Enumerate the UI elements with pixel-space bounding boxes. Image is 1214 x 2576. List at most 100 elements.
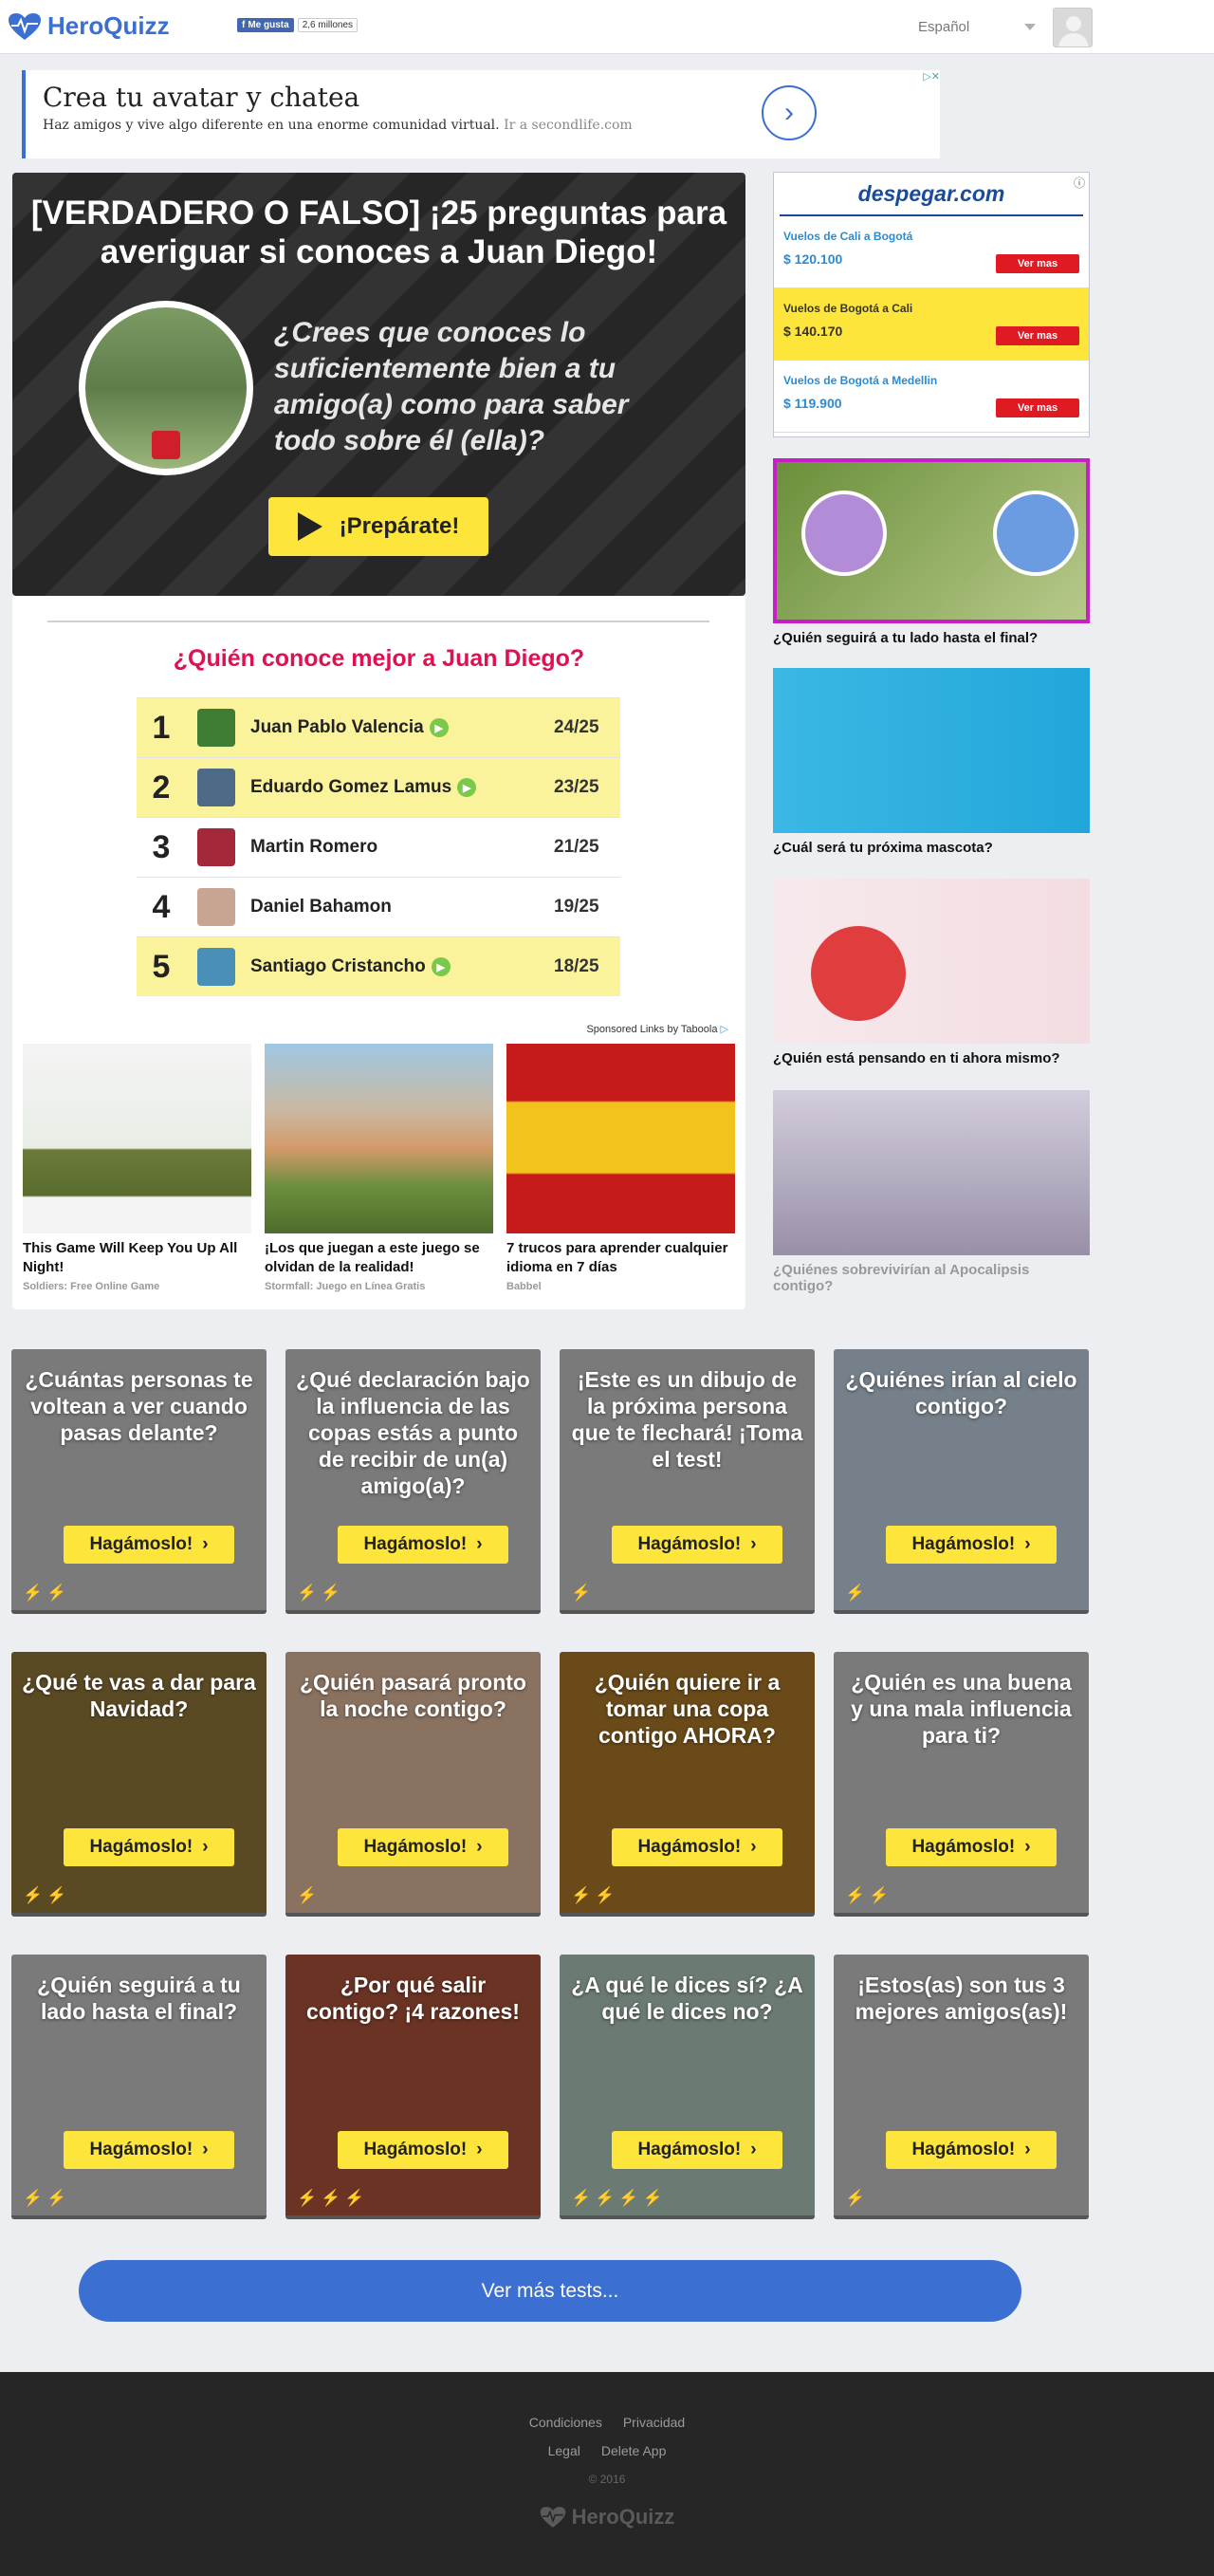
quiz-card-button-label: Hagámoslo!: [637, 1534, 742, 1554]
quiz-card[interactable]: ¿Cuántas personas te voltean a ver cuand…: [11, 1349, 267, 1614]
quiz-card[interactable]: ¿Quién es una buena y una mala influenci…: [834, 1652, 1089, 1917]
quiz-card-button[interactable]: Hagámoslo! ›: [612, 1828, 782, 1866]
site-logo[interactable]: HeroQuizz: [8, 11, 170, 41]
play-circle-icon: ▶: [457, 778, 477, 797]
player-avatar: [197, 828, 235, 866]
lightning-icon: ⚡: [46, 1584, 67, 1602]
sidebar-quiz-card[interactable]: ¿Quién está pensando en ti ahora mismo?: [773, 879, 1090, 1066]
footer-logo[interactable]: HeroQuizz: [0, 2505, 1214, 2530]
user-silhouette-icon: [993, 491, 1078, 576]
quiz-card[interactable]: ¿Quién pasará pronto la noche contigo? Ha…: [285, 1652, 541, 1917]
sponsored-tile[interactable]: This Game Will Keep You Up All Night! So…: [23, 1044, 251, 1292]
quiz-card-button[interactable]: Hagámoslo! ›: [886, 1828, 1057, 1866]
quiz-card[interactable]: ¿Qué declaración bajo la influencia de l…: [285, 1349, 541, 1614]
flight-deal[interactable]: Vuelos de Bogotá a Cali $ 140.170 Ver mas: [774, 288, 1089, 361]
sponsored-label[interactable]: Sponsored Links by Taboola ▷: [586, 1023, 728, 1035]
quiz-card[interactable]: ¿A qué le dices sí? ¿A qué le dices no? H…: [560, 1955, 815, 2219]
sidebar-quiz-image: [773, 879, 1090, 1044]
leaderboard-row: 2 Eduardo Gomez Lamus ▶ 23/25: [137, 757, 620, 817]
player-name: Daniel Bahamon: [250, 897, 554, 917]
difficulty-rating: ⚡ ⚡: [23, 1886, 66, 1905]
sponsored-tile[interactable]: 7 trucos para aprender cualquier idioma …: [506, 1044, 735, 1292]
sidebar-quiz-card[interactable]: ¿Cuál será tu próxima mascota?: [773, 668, 1090, 856]
flight-deal[interactable]: Vuelos de Bogotá a Medellin $ 119.900 Ver …: [774, 361, 1089, 433]
see-more-button[interactable]: Ver mas: [996, 254, 1079, 273]
sponsored-image-castle: [265, 1044, 493, 1233]
difficulty-rating: ⚡ ⚡ ⚡ ⚡: [571, 2189, 663, 2208]
despegar-ad[interactable]: ⓘ despegar.com Vuelos de Cali a Bogotá $ …: [773, 172, 1090, 437]
more-tests-button[interactable]: Ver más tests...: [79, 2260, 1021, 2322]
footer-link-privacy[interactable]: Privacidad: [623, 2415, 685, 2430]
footer-link-legal[interactable]: Legal: [548, 2443, 580, 2458]
chevron-right-icon: ›: [476, 1534, 483, 1554]
logo-text: HeroQuizz: [47, 11, 170, 40]
lightning-icon: ⚡: [642, 2189, 663, 2207]
quiz-card-button-label: Hagámoslo!: [911, 1534, 1016, 1554]
top-ad-banner[interactable]: Crea tu avatar y chatea Haz amigos y viv…: [22, 70, 940, 158]
rank-number: 1: [152, 709, 171, 746]
ad-choices-icon[interactable]: ▷✕: [923, 70, 940, 83]
flight-route: Vuelos de Bogotá a Cali: [783, 302, 913, 315]
rank-number: 3: [152, 828, 171, 865]
leaderboard-row: 1 Juan Pablo Valencia ▶ 24/25: [137, 697, 620, 757]
quiz-card-button[interactable]: Hagámoslo! ›: [338, 1526, 508, 1564]
facebook-like-label: Me gusta: [248, 20, 289, 30]
chevron-right-icon[interactable]: ›: [762, 85, 817, 140]
rank-number: 4: [152, 888, 171, 925]
friend-photo: [79, 301, 253, 475]
quiz-card[interactable]: ¿Quién quiere ir a tomar una copa contig…: [560, 1652, 815, 1917]
flight-deals: Vuelos de Cali a Bogotá $ 120.100 Ver mas V…: [774, 216, 1089, 433]
quiz-card-button[interactable]: Hagámoslo! ›: [64, 1828, 234, 1866]
quiz-card-title: ¿Quién es una buena y una mala influenci…: [851, 1670, 1072, 1748]
quiz-card[interactable]: ¿Quién seguirá a tu lado hasta el final?…: [11, 1955, 267, 2219]
info-icon[interactable]: ⓘ: [1074, 175, 1085, 191]
quiz-card-button-label: Hagámoslo!: [637, 2140, 742, 2159]
sponsored-image-face: [506, 1044, 735, 1233]
player-name: Eduardo Gomez Lamus ▶: [250, 777, 554, 798]
sponsored-title: 7 trucos para aprender cualquier idioma …: [506, 1240, 728, 1275]
facebook-like-widget[interactable]: f Me gusta 2,6 millones: [237, 18, 359, 32]
lightning-icon: ⚡: [595, 1886, 616, 1904]
quiz-card-button[interactable]: Hagámoslo! ›: [338, 2131, 508, 2169]
leaderboard-row: 5 Santiago Cristancho ▶ 18/25: [137, 936, 620, 996]
play-icon: [297, 512, 322, 541]
quiz-card[interactable]: ¡Estos(as) son tus 3 mejores amigos(as)!…: [834, 1955, 1089, 2219]
quiz-card-button[interactable]: Hagámoslo! ›: [64, 1526, 234, 1564]
sidebar-quiz-caption: ¿Quiénes sobrevivirían al Apocalipsis co…: [773, 1262, 1030, 1294]
sidebar-quiz-image: [773, 668, 1090, 833]
footer-link-delete-app[interactable]: Delete App: [601, 2443, 667, 2458]
see-more-button[interactable]: Ver mas: [996, 398, 1079, 417]
lightning-icon: ⚡: [297, 1584, 318, 1602]
user-avatar[interactable]: [1053, 8, 1093, 47]
copyright: © 2016: [588, 2473, 626, 2486]
player-avatar: [197, 888, 235, 926]
sidebar-quiz-card[interactable]: ¿Quién seguirá a tu lado hasta el final?: [773, 458, 1090, 646]
lightning-icon: ⚡: [23, 1584, 44, 1602]
quiz-card-button[interactable]: Hagámoslo! ›: [612, 1526, 782, 1564]
quiz-card[interactable]: ¿Quiénes irían al cielo contigo? Hagámosl…: [834, 1349, 1089, 1614]
footer-link-conditions[interactable]: Condiciones: [529, 2415, 602, 2430]
language-select[interactable]: Español: [910, 9, 1043, 44]
quiz-card[interactable]: ¿Qué te vas a dar para Navidad? Hagámoslo…: [11, 1652, 267, 1917]
lightning-icon: ⚡: [869, 1886, 890, 1904]
quiz-card-title: ¿Cuántas personas te voltean a ver cuand…: [25, 1367, 253, 1445]
chevron-right-icon: ›: [1024, 1534, 1031, 1554]
quiz-card[interactable]: ¿Por qué salir contigo? ¡4 razones! Hagám…: [285, 1955, 541, 2219]
quiz-title: [VERDADERO O FALSO] ¡25 preguntas para a…: [30, 195, 727, 270]
quiz-card-button[interactable]: Hagámoslo! ›: [612, 2131, 782, 2169]
quiz-card-button[interactable]: Hagámoslo! ›: [886, 1526, 1057, 1564]
quiz-card-button[interactable]: Hagámoslo! ›: [338, 1828, 508, 1866]
quiz-card[interactable]: ¡Este es un dibujo de la próxima persona…: [560, 1349, 815, 1614]
player-name: Martin Romero: [250, 837, 554, 858]
quiz-card-button[interactable]: Hagámoslo! ›: [64, 2131, 234, 2169]
quiz-card-title: ¿Quién quiere ir a tomar una copa contig…: [594, 1670, 781, 1748]
sponsored-tile[interactable]: ¡Los que juegan a este juego se olvidan …: [265, 1044, 493, 1292]
flight-deal[interactable]: Vuelos de Cali a Bogotá $ 120.100 Ver mas: [774, 216, 1089, 288]
see-more-button[interactable]: Ver mas: [996, 326, 1079, 345]
chevron-right-icon: ›: [1024, 1837, 1031, 1857]
sidebar-quiz-card[interactable]: ¿Quiénes sobrevivirían al Apocalipsis co…: [773, 1090, 1090, 1294]
start-quiz-button[interactable]: ¡Prepárate!: [268, 497, 488, 556]
difficulty-rating: ⚡ ⚡: [23, 1584, 66, 1603]
facebook-like-button[interactable]: f Me gusta: [237, 18, 294, 32]
quiz-card-button[interactable]: Hagámoslo! ›: [886, 2131, 1057, 2169]
